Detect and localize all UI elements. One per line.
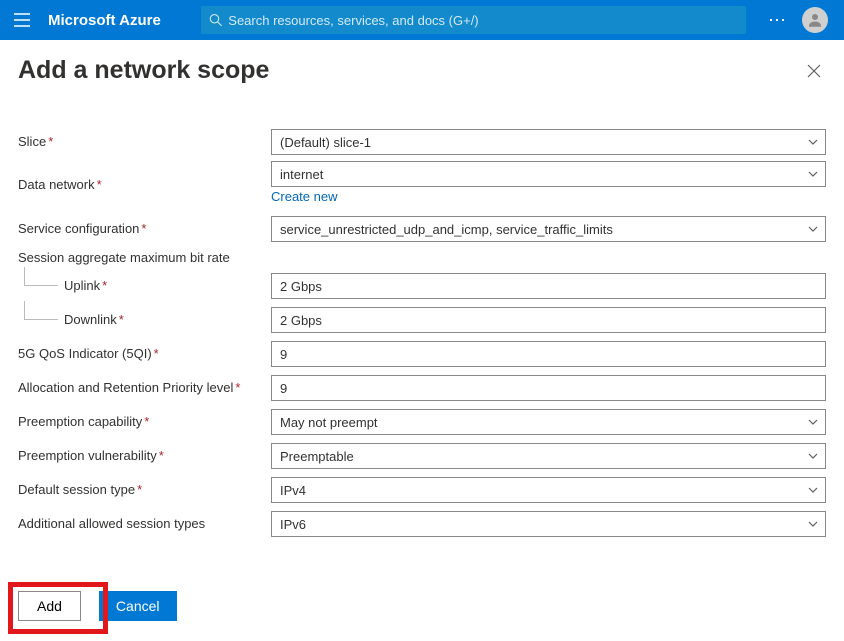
global-search[interactable] bbox=[201, 6, 746, 34]
chevron-down-icon bbox=[807, 168, 819, 180]
user-avatar[interactable] bbox=[802, 7, 828, 33]
qos-input[interactable] bbox=[271, 341, 826, 367]
label-preempt-vuln: Preemption vulnerability* bbox=[18, 448, 271, 465]
search-input[interactable] bbox=[228, 13, 738, 28]
close-icon[interactable] bbox=[806, 63, 822, 79]
uplink-input[interactable] bbox=[271, 273, 826, 299]
chevron-down-icon bbox=[807, 223, 819, 235]
arp-input[interactable] bbox=[271, 375, 826, 401]
create-new-link[interactable]: Create new bbox=[271, 189, 337, 204]
chevron-down-icon bbox=[807, 450, 819, 462]
label-additional-session: Additional allowed session types bbox=[18, 516, 271, 533]
page-header: Add a network scope bbox=[0, 40, 844, 89]
label-service-config: Service configuration* bbox=[18, 221, 271, 238]
footer: Add Cancel bbox=[0, 579, 195, 641]
azure-topbar: Microsoft Azure ⋯ bbox=[0, 0, 844, 40]
more-icon[interactable]: ⋯ bbox=[768, 10, 788, 31]
add-button[interactable]: Add bbox=[18, 591, 81, 621]
label-arp: Allocation and Retention Priority level* bbox=[18, 380, 271, 397]
chevron-down-icon bbox=[807, 416, 819, 428]
label-slice: Slice* bbox=[18, 134, 271, 151]
search-icon bbox=[209, 13, 222, 27]
label-data-network: Data network* bbox=[18, 177, 271, 194]
label-session-agg: Session aggregate maximum bit rate bbox=[18, 250, 826, 265]
chevron-down-icon bbox=[807, 136, 819, 148]
label-preempt-cap: Preemption capability* bbox=[18, 414, 271, 431]
service-config-select[interactable]: service_unrestricted_udp_and_icmp, servi… bbox=[271, 216, 826, 242]
preempt-vuln-select[interactable]: Preemptable bbox=[271, 443, 826, 469]
brand-label: Microsoft Azure bbox=[48, 12, 161, 29]
label-downlink: Downlink* bbox=[18, 312, 271, 329]
additional-session-select[interactable]: IPv6 bbox=[271, 511, 826, 537]
label-qos: 5G QoS Indicator (5QI)* bbox=[18, 346, 271, 363]
slice-select[interactable]: (Default) slice-1 bbox=[271, 129, 826, 155]
page-title: Add a network scope bbox=[18, 56, 269, 85]
label-uplink: Uplink* bbox=[18, 278, 271, 295]
label-default-session: Default session type* bbox=[18, 482, 271, 499]
hamburger-icon[interactable] bbox=[10, 8, 34, 32]
data-network-select[interactable]: internet bbox=[271, 161, 826, 187]
preempt-cap-select[interactable]: May not preempt bbox=[271, 409, 826, 435]
default-session-select[interactable]: IPv4 bbox=[271, 477, 826, 503]
form-area: Slice* (Default) slice-1 Data network* i… bbox=[0, 89, 844, 539]
downlink-input[interactable] bbox=[271, 307, 826, 333]
cancel-button[interactable]: Cancel bbox=[99, 591, 177, 621]
chevron-down-icon bbox=[807, 484, 819, 496]
chevron-down-icon bbox=[807, 518, 819, 530]
